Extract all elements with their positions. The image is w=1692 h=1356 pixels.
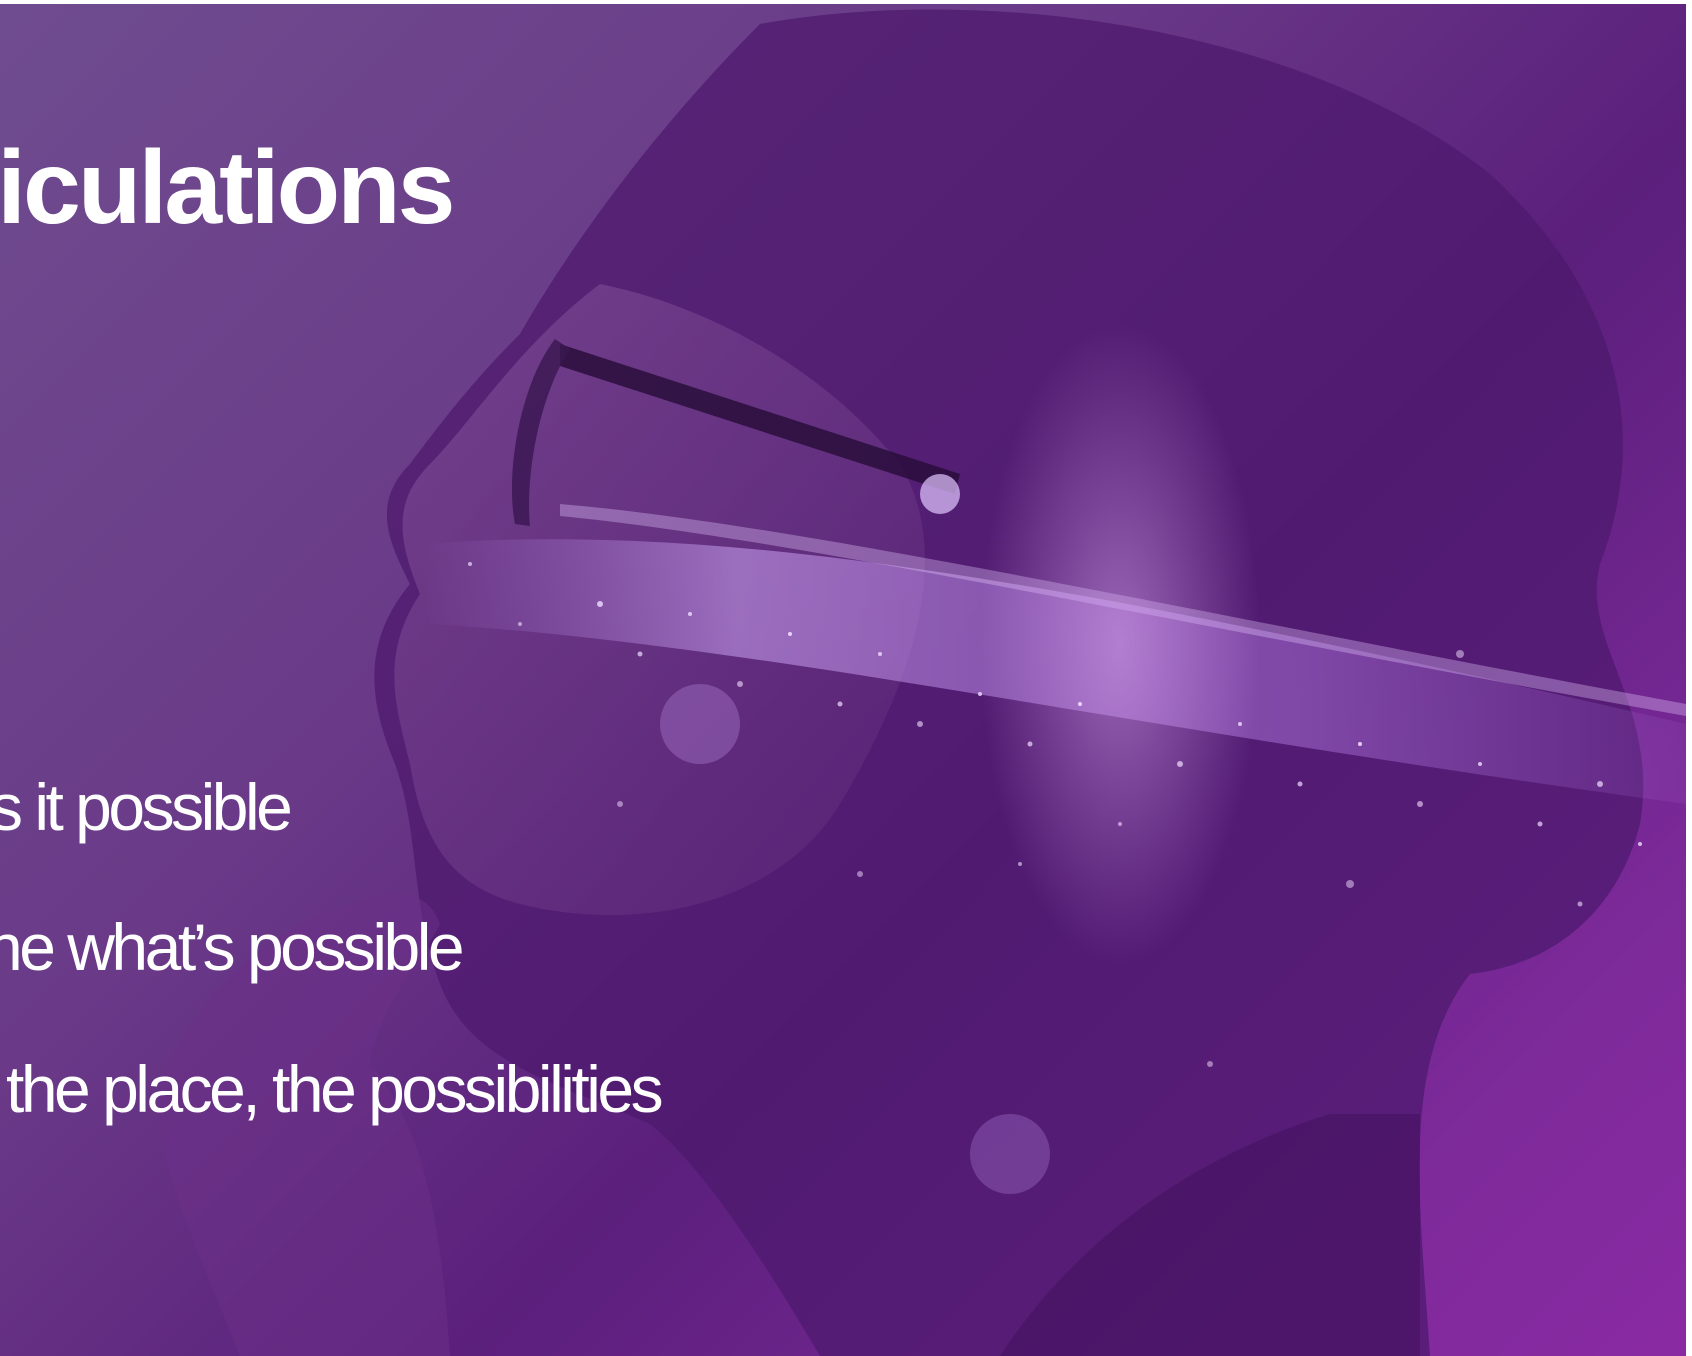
glow-orb xyxy=(660,684,740,764)
statement-line-1: s it possible xyxy=(0,770,293,844)
glow-orb xyxy=(980,324,1260,964)
statement-line-2: ne what’s possible xyxy=(0,910,465,984)
slide: rticulations s it possible ne what’s pos… xyxy=(0,4,1686,1356)
statement-line-3: the place, the possibilities xyxy=(6,1052,664,1126)
slide-headline: rticulations xyxy=(0,130,456,246)
glow-orb xyxy=(920,474,960,514)
glow-orb xyxy=(970,1114,1050,1194)
